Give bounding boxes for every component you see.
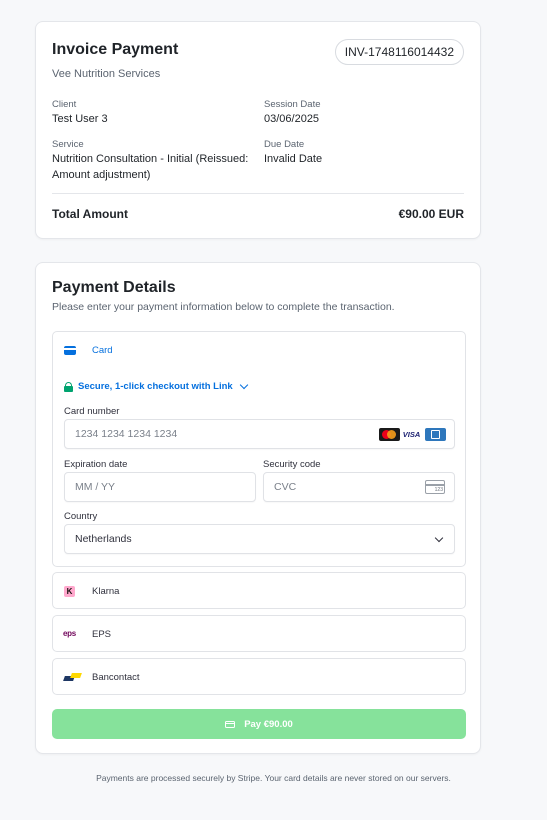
session-date-value: 03/06/2025 bbox=[264, 113, 320, 125]
session-date-label: Session Date bbox=[264, 99, 321, 110]
total-amount-value: €90.00 EUR bbox=[398, 207, 464, 221]
service-value: Nutrition Consultation - Initial (Reissu… bbox=[52, 153, 249, 181]
service-label: Service bbox=[52, 139, 84, 150]
credit-card-icon bbox=[225, 720, 236, 728]
bancontact-icon bbox=[63, 673, 82, 681]
mastercard-icon bbox=[379, 428, 400, 441]
security-code-field[interactable]: 123 bbox=[263, 472, 455, 502]
payment-details-subtitle: Please enter your payment information be… bbox=[52, 301, 395, 313]
invoice-number-badge: INV-1748116014432 bbox=[334, 39, 464, 65]
klarna-payment-method[interactable]: K Klarna bbox=[52, 572, 466, 609]
bancontact-payment-method[interactable]: Bancontact bbox=[52, 658, 466, 695]
bancontact-label[interactable]: Bancontact bbox=[92, 672, 140, 683]
chevron-down-icon[interactable] bbox=[239, 380, 248, 390]
country-label: Country bbox=[64, 511, 98, 522]
expiration-date-field[interactable] bbox=[64, 472, 256, 502]
divider bbox=[52, 193, 464, 194]
security-code-label: Security code bbox=[263, 459, 321, 470]
amex-icon bbox=[425, 428, 446, 441]
country-select[interactable]: Netherlands bbox=[64, 524, 455, 554]
security-footer-note: Payments are processed securely by Strip… bbox=[96, 773, 451, 783]
due-date-label: Due Date bbox=[264, 139, 305, 150]
security-code-input[interactable] bbox=[274, 481, 400, 493]
pay-button[interactable]: Pay €90.00 bbox=[52, 709, 466, 739]
chevron-down-icon[interactable] bbox=[434, 533, 444, 543]
klarna-label[interactable]: Klarna bbox=[92, 586, 119, 597]
lock-icon bbox=[64, 381, 73, 392]
klarna-icon: K bbox=[64, 586, 75, 597]
invoice-title: Invoice Payment bbox=[52, 41, 179, 58]
expiration-date-label: Expiration date bbox=[64, 459, 128, 470]
client-label: Client bbox=[52, 99, 77, 110]
payment-details-title: Payment Details bbox=[52, 279, 176, 296]
credit-card-icon bbox=[64, 346, 76, 355]
eps-label[interactable]: EPS bbox=[92, 629, 111, 640]
due-date-value: Invalid Date bbox=[264, 153, 323, 165]
total-amount-label: Total Amount bbox=[52, 207, 128, 221]
country-selected-value[interactable]: Netherlands bbox=[75, 533, 132, 545]
expiration-date-input[interactable] bbox=[75, 481, 201, 493]
pay-button-label: Pay €90.00 bbox=[244, 718, 293, 730]
link-checkout-text[interactable]: Secure, 1-click checkout with Link bbox=[78, 381, 233, 392]
client-value: Test User 3 bbox=[52, 113, 108, 125]
visa-icon: VISA bbox=[401, 428, 422, 441]
payment-details-card: Payment Details Please enter your paymen… bbox=[35, 262, 481, 754]
card-tab-label[interactable]: Card bbox=[92, 345, 113, 356]
provider-name: Vee Nutrition Services bbox=[52, 68, 161, 80]
card-payment-method[interactable]: Card Secure, 1-click checkout with Link … bbox=[52, 331, 466, 567]
link-checkout-toggle[interactable]: Secure, 1-click checkout with Link bbox=[64, 380, 248, 392]
eps-icon: eps bbox=[63, 629, 76, 638]
cvc-card-icon: 123 bbox=[425, 480, 445, 494]
card-number-label: Card number bbox=[64, 406, 120, 417]
eps-payment-method[interactable]: eps EPS bbox=[52, 615, 466, 652]
invoice-summary-card: Invoice Payment Vee Nutrition Services I… bbox=[35, 21, 481, 239]
card-number-input[interactable] bbox=[75, 428, 341, 440]
card-number-field[interactable]: VISA bbox=[64, 419, 455, 449]
